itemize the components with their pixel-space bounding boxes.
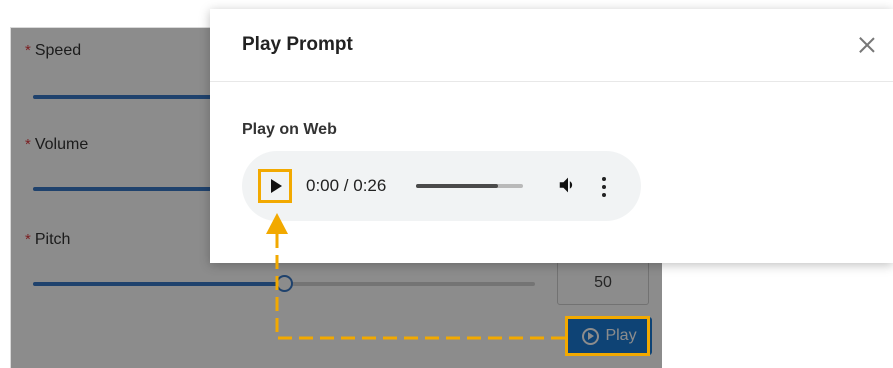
close-icon[interactable] <box>859 37 875 53</box>
audio-player: 0:00 / 0:26 <box>242 151 641 221</box>
volume-icon[interactable] <box>557 174 579 196</box>
dialog-header: Play Prompt <box>210 9 893 82</box>
play-prompt-dialog: Play Prompt Play on Web 0:00 / 0:26 <box>210 9 893 263</box>
audio-progress-bar[interactable] <box>416 184 523 188</box>
dialog-title: Play Prompt <box>242 34 353 55</box>
play-on-web-heading: Play on Web <box>242 121 337 138</box>
play-button-highlight <box>565 316 650 356</box>
audio-time: 0:00 / 0:26 <box>306 176 387 195</box>
more-options-icon[interactable] <box>601 175 607 197</box>
play-icon[interactable] <box>258 169 292 203</box>
audio-progress-fill <box>416 184 499 188</box>
